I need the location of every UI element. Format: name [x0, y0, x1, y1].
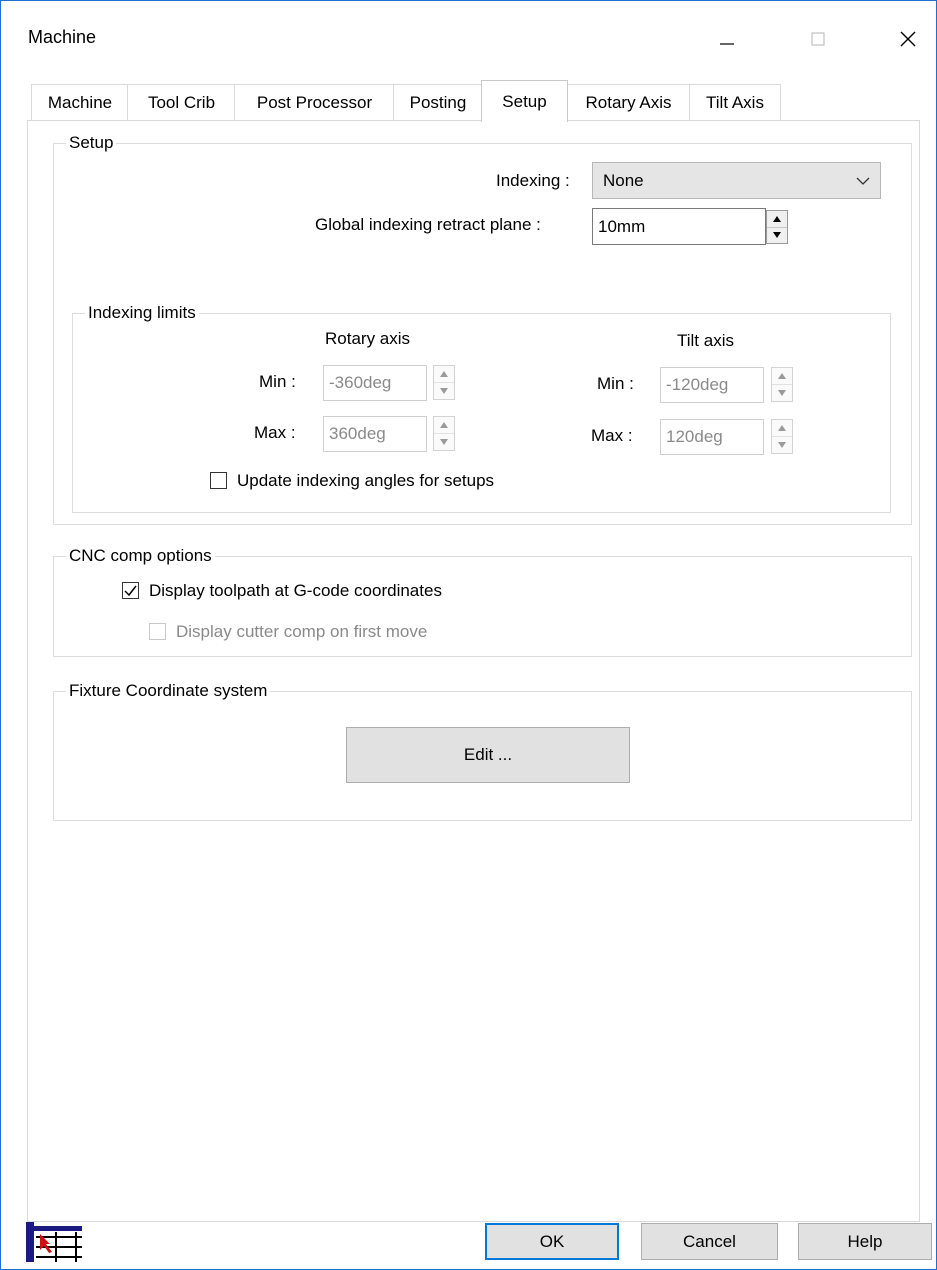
- display-toolpath-checkbox[interactable]: [122, 582, 139, 599]
- display-cutter-checkbox[interactable]: [149, 623, 166, 640]
- minimize-button[interactable]: [704, 11, 750, 67]
- edit-fixture-button[interactable]: Edit ...: [346, 727, 630, 783]
- tab-machine[interactable]: Machine: [31, 84, 129, 121]
- spin-down-icon[interactable]: [772, 436, 792, 453]
- chevron-down-icon: [856, 177, 870, 185]
- cnc-comp-legend: CNC comp options: [69, 546, 212, 565]
- retract-plane-input[interactable]: 10mm: [592, 208, 766, 245]
- retract-plane-label: Global indexing retract plane :: [315, 215, 541, 234]
- rotary-min-spinner[interactable]: [433, 365, 455, 400]
- spin-down-icon[interactable]: [772, 384, 792, 401]
- tab-post-processor[interactable]: Post Processor: [234, 84, 395, 121]
- spin-up-icon[interactable]: [772, 368, 792, 384]
- machine-dialog: Machine Machine Tool Crib Post Processor…: [0, 0, 937, 1270]
- rotary-axis-header: Rotary axis: [325, 329, 411, 348]
- tilt-min-label: Min :: [597, 374, 634, 393]
- update-indexing-label[interactable]: Update indexing angles for setups: [237, 471, 494, 491]
- rotary-min-label: Min :: [259, 372, 296, 391]
- spin-up-icon[interactable]: [772, 420, 792, 436]
- indexing-dropdown[interactable]: None: [592, 162, 881, 199]
- update-indexing-checkbox[interactable]: [210, 472, 227, 489]
- tilt-max-input[interactable]: 120deg: [660, 419, 764, 455]
- tab-rotary-axis[interactable]: Rotary Axis: [566, 84, 691, 121]
- display-cutter-label[interactable]: Display cutter comp on first move: [176, 622, 427, 642]
- tab-posting[interactable]: Posting: [393, 84, 483, 121]
- maximize-button[interactable]: [795, 11, 841, 67]
- machine-status-icon[interactable]: [26, 1222, 84, 1262]
- maximize-icon: [811, 32, 825, 46]
- tab-tilt-axis[interactable]: Tilt Axis: [689, 84, 781, 121]
- spin-up-icon[interactable]: [434, 366, 454, 382]
- spin-up-icon[interactable]: [767, 211, 787, 227]
- tab-setup[interactable]: Setup: [481, 80, 568, 122]
- tilt-min-spinner[interactable]: [771, 367, 793, 402]
- tab-tool-crib[interactable]: Tool Crib: [127, 84, 236, 121]
- spin-up-icon[interactable]: [434, 417, 454, 433]
- cancel-button[interactable]: Cancel: [641, 1223, 778, 1260]
- indexing-limits-legend: Indexing limits: [88, 303, 196, 322]
- spin-down-icon[interactable]: [434, 382, 454, 399]
- retract-plane-spinner[interactable]: [766, 210, 788, 244]
- rotary-max-spinner[interactable]: [433, 416, 455, 451]
- spin-down-icon[interactable]: [767, 226, 787, 244]
- minimize-icon: [720, 43, 734, 45]
- fixture-legend: Fixture Coordinate system: [69, 681, 268, 700]
- close-icon: [900, 31, 916, 47]
- indexing-value: None: [603, 170, 644, 190]
- tilt-axis-header: Tilt axis: [677, 331, 734, 350]
- rotary-min-input[interactable]: -360deg: [323, 365, 427, 401]
- help-button[interactable]: Help: [798, 1223, 932, 1260]
- rotary-max-input[interactable]: 360deg: [323, 416, 427, 452]
- ok-button[interactable]: OK: [485, 1223, 619, 1260]
- window-title: Machine: [28, 27, 97, 47]
- checkmark-icon: [124, 585, 137, 596]
- indexing-label: Indexing :: [496, 171, 570, 190]
- tilt-max-label: Max :: [591, 426, 633, 445]
- display-toolpath-label[interactable]: Display toolpath at G-code coordinates: [149, 581, 442, 601]
- tilt-max-spinner[interactable]: [771, 419, 793, 454]
- spin-down-icon[interactable]: [434, 433, 454, 450]
- setup-group-legend: Setup: [69, 133, 114, 152]
- close-button[interactable]: [885, 11, 931, 67]
- tilt-min-input[interactable]: -120deg: [660, 367, 764, 403]
- table-edit-icon: [26, 1222, 82, 1262]
- rotary-max-label: Max :: [254, 423, 296, 442]
